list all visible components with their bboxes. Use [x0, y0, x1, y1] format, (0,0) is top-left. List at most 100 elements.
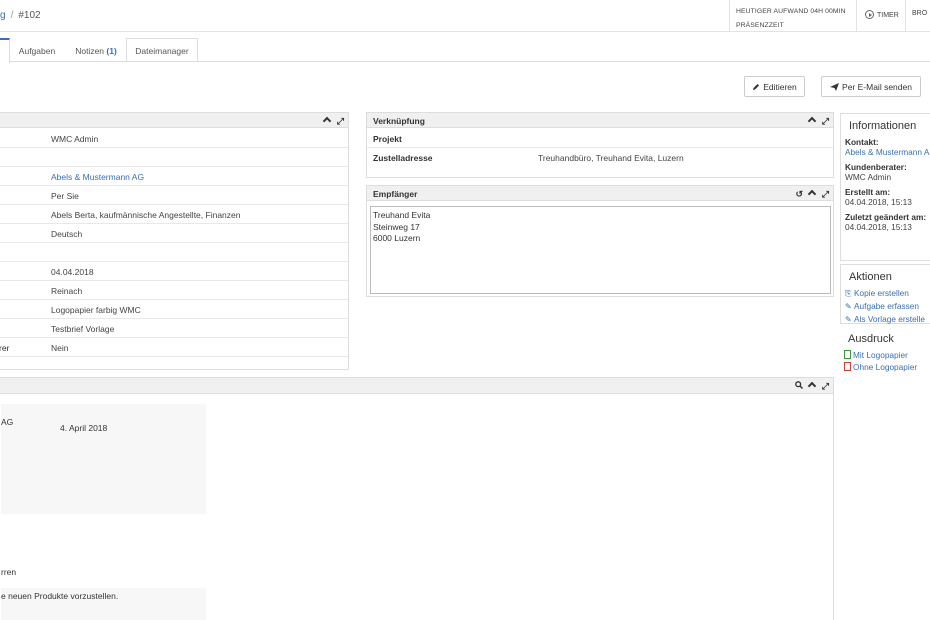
pdf-icon [844, 350, 851, 359]
info-panel: Informationen Kontakt: Abels & Musterman… [840, 113, 930, 261]
timer-button[interactable]: TIMER [856, 0, 905, 32]
changed-label: Zuletzt geändert am: [845, 212, 927, 222]
detail-row: WMC Admin [0, 129, 348, 148]
print-without-logo-link[interactable]: Ohne Logopapier [840, 361, 930, 373]
address-value: Treuhandbüro, Treuhand Evita, Luzern [538, 153, 684, 163]
detail-value: Logopapier farbig WMC [51, 305, 141, 315]
send-email-button[interactable]: Per E-Mail senden [821, 76, 921, 97]
bro-button[interactable]: BRO [905, 0, 930, 32]
detail-row [0, 148, 348, 167]
bro-label: BRO [912, 10, 928, 17]
timer-label: TIMER [877, 12, 899, 19]
detail-row: Abels Berta, kaufmännische Angestellte, … [0, 205, 348, 224]
tab-overview[interactable] [0, 38, 10, 63]
detail-label: rer [0, 343, 10, 353]
detail-value: Per Sie [51, 191, 79, 201]
detail-value-link[interactable]: Abels & Mustermann AG [51, 172, 144, 182]
address-row: Zustelladresse Treuhandbüro, Treuhand Ev… [367, 148, 833, 167]
detail-value: Nein [51, 343, 69, 353]
verknuepfung-header: Verknüpfung ⤢ [367, 113, 833, 128]
empfaenger-title: Empfänger [373, 189, 418, 199]
recipient-line: Steinweg 17 [373, 221, 420, 232]
collapse-icon[interactable] [808, 188, 817, 199]
expand-icon[interactable]: ⤢ [822, 116, 829, 127]
document-preview-panel: ⤢ AG 4. April 2018 rren e neuen Produkte… [0, 377, 834, 620]
edit-button-label: Editieren [763, 82, 797, 92]
expand-icon[interactable]: ⤢ [822, 189, 829, 200]
tab-dateimanager[interactable]: Dateimanager [126, 38, 198, 62]
paper-plane-icon [830, 83, 840, 91]
created-value: 04.04.2018, 15:13 [845, 197, 912, 207]
details-panel: ⤢ WMC Admin Abels & Mustermann AG Per Sie A… [0, 112, 349, 370]
detail-row: Reinach [0, 281, 348, 300]
recipient-line: Treuhand Evita [373, 210, 431, 220]
detail-row: rer Nein [0, 338, 348, 357]
edit-icon: ✎ [845, 302, 852, 311]
breadcrumb-separator: / [10, 10, 14, 21]
breadcrumb-current: #102 [18, 10, 41, 21]
copy-action[interactable]: ⎘ Kopie erstellen [841, 287, 930, 300]
expand-icon[interactable]: ⤢ [337, 116, 344, 127]
created-label: Erstellt am: [845, 187, 891, 197]
search-icon[interactable] [795, 381, 804, 391]
expand-icon[interactable]: ⤢ [822, 381, 829, 392]
letter-header-block [1, 404, 206, 514]
detail-row [0, 243, 348, 262]
print-with-logo-label: Mit Logopapier [853, 350, 908, 360]
template-action-label: Als Vorlage erstelle [854, 314, 926, 324]
project-label: Projekt [373, 134, 402, 144]
collapse-icon[interactable] [808, 380, 817, 391]
task-action[interactable]: ✎ Aufgabe erfassen [841, 300, 930, 313]
pencil-icon [753, 84, 760, 90]
empfaenger-panel: Empfänger ↺ ⤢ Treuhand Evita Steinweg 17… [366, 185, 834, 297]
empfaenger-header: Empfänger ↺ ⤢ [367, 186, 833, 201]
letter-salutation: rren [1, 567, 17, 577]
effort-label: HEUTIGER AUFWAND 04H 00MIN [736, 8, 846, 15]
collapse-icon[interactable] [323, 115, 332, 126]
detail-row: Logopapier farbig WMC [0, 300, 348, 319]
detail-value: Reinach [51, 286, 83, 296]
detail-value: Abels Berta, kaufmännische Angestellte, … [51, 210, 241, 220]
changed-value: 04.04.2018, 15:13 [845, 222, 912, 232]
reset-icon[interactable]: ↺ [796, 189, 804, 200]
tab-notizen[interactable]: Notizen (1) [67, 38, 125, 62]
tab-count-badge: (1) [106, 46, 117, 56]
breadcrumb: g / #102 [0, 10, 41, 21]
advisor-label: Kundenberater: [845, 162, 907, 172]
print-without-logo-label: Ohne Logopapier [853, 362, 918, 372]
presence-label: PRÄSENZZEIT [736, 22, 784, 29]
contact-label: Kontakt: [845, 137, 879, 147]
send-email-label: Per E-Mail senden [842, 82, 912, 92]
copy-action-label: Kopie erstellen [854, 288, 909, 298]
collapse-icon[interactable] [808, 115, 817, 126]
print-with-logo-link[interactable]: Mit Logopapier [840, 349, 930, 361]
template-action[interactable]: ✎ Als Vorlage erstelle [841, 313, 930, 326]
recipient-address-field[interactable]: Treuhand Evita Steinweg 17 6000 Luzern [370, 206, 831, 294]
pdf-icon [844, 362, 851, 371]
tab-label: Notizen [75, 46, 105, 56]
detail-row: Testbrief Vorlage [0, 319, 348, 338]
actions-title: Aktionen [849, 271, 892, 283]
advisor-value: WMC Admin [845, 172, 892, 182]
copy-icon: ⎘ [845, 289, 852, 298]
recipient-line: 6000 Luzern [373, 233, 421, 243]
document-preview-header: ⤢ [0, 378, 833, 394]
verknuepfung-title: Verknüpfung [373, 116, 425, 126]
effort-display[interactable]: HEUTIGER AUFWAND 04H 00MIN PRÄSENZZEIT [729, 0, 856, 32]
address-label: Zustelladresse [373, 153, 433, 163]
task-action-label: Aufgabe erfassen [854, 301, 920, 311]
detail-row: Per Sie [0, 186, 348, 205]
print-panel: Ausdruck Mit Logopapier Ohne Logopapier [840, 328, 930, 378]
detail-row: Abels & Mustermann AG [0, 167, 348, 186]
breadcrumb-parent-link[interactable]: g [0, 10, 6, 21]
detail-value: Testbrief Vorlage [51, 324, 115, 334]
verknuepfung-panel: Verknüpfung ⤢ Projekt Zustelladresse Tre… [366, 112, 834, 178]
detail-value: WMC Admin [51, 134, 99, 144]
letter-body-text: e neuen Produkte vorzustellen. [1, 591, 119, 601]
actions-panel: Aktionen ⎘ Kopie erstellen ✎ Aufgabe erfas… [840, 264, 930, 324]
contact-link[interactable]: Abels & Mustermann A [841, 147, 930, 157]
tab-aufgaben[interactable]: Aufgaben [11, 38, 63, 62]
letter-date: 4. April 2018 [60, 423, 108, 433]
edit-button[interactable]: Editieren [744, 76, 805, 97]
print-title: Ausdruck [848, 333, 894, 345]
